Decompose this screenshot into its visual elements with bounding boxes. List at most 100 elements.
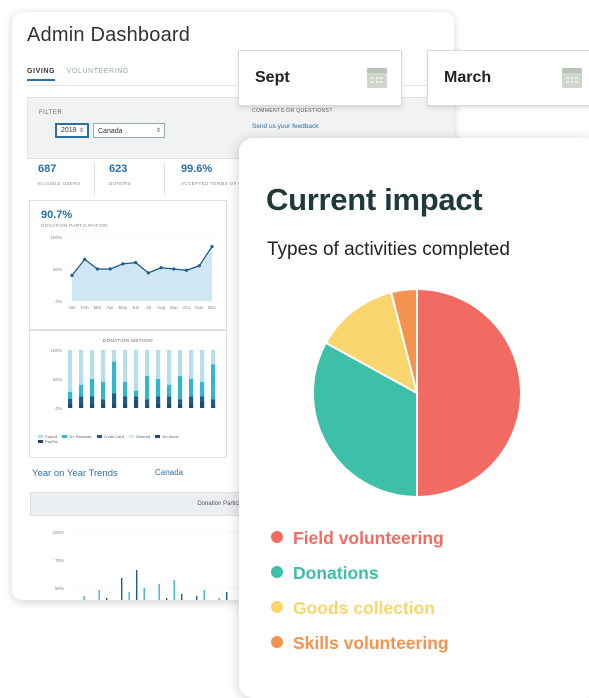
bar-segment	[189, 396, 194, 403]
data-point	[83, 257, 87, 261]
stat-value: 99.6%	[181, 163, 213, 175]
participation-line-chart: 100% 50% 0% Jan Feb Mar Apr May Jun Jul Aug Sep Oct N…	[50, 235, 218, 310]
trend-bar	[106, 598, 108, 600]
country-select[interactable]: Canada ⇕	[93, 123, 165, 138]
stat-eligible-users: 687 ELIGIBLE USERS	[38, 163, 80, 186]
y-tick-label: 50%	[53, 377, 62, 382]
bar-segment	[200, 401, 205, 408]
participation-label: DONATION PARTICIPATION	[41, 223, 108, 228]
bar-segment	[189, 379, 194, 397]
x-tick-label: Feb	[81, 305, 89, 310]
feedback-question: COMMENTS OR QUESTIONS?	[252, 108, 333, 114]
legend-item: Skills volunteering	[271, 633, 449, 668]
x-tick-label: Jun	[132, 305, 140, 310]
y-tick-label: 0%	[55, 299, 62, 304]
stepper-arrows-icon: ⇕	[155, 128, 161, 134]
current-impact-card: Current impact Types of activities compl…	[239, 138, 589, 698]
data-point	[197, 264, 201, 268]
month-label: March	[444, 69, 492, 86]
tab-giving[interactable]: GIVING	[27, 68, 56, 81]
bar-segment	[167, 402, 172, 408]
bar-segment	[178, 376, 183, 400]
data-point	[172, 267, 176, 271]
x-tick-label: Nov	[195, 305, 204, 310]
activities-pie-chart	[312, 287, 522, 499]
bar-segment	[123, 350, 128, 382]
tab-volunteering[interactable]: VOLUNTEERING	[67, 68, 129, 75]
bar-segment	[112, 361, 117, 394]
y-tick-label: 100%	[50, 348, 62, 353]
bar-segment	[156, 350, 161, 379]
country-value: Canada	[98, 128, 123, 135]
x-tick-label: Jul	[145, 305, 151, 310]
pie-legend: Field volunteering Donations Goods collect…	[271, 528, 449, 668]
bar-segment	[200, 350, 205, 382]
participation-area	[72, 246, 212, 301]
legend-label: Field volunteering	[293, 528, 444, 548]
legend-item: PayPal	[38, 439, 58, 444]
feedback-link[interactable]: Send us your feedback	[252, 123, 332, 130]
legend-label: Donations	[293, 563, 379, 583]
trend-bar	[181, 594, 183, 600]
bar-segment	[123, 381, 128, 397]
trend-bar	[196, 596, 198, 600]
bar-segment	[68, 391, 73, 399]
stat-label: ELIGIBLE USERS	[38, 181, 81, 186]
month-card-march[interactable]: March	[427, 50, 589, 106]
stat-divider	[94, 162, 95, 196]
data-point	[146, 271, 150, 275]
legend-dot-icon	[271, 566, 283, 578]
bar-segment	[123, 402, 128, 408]
bar-segment	[112, 393, 117, 403]
x-tick-label: Jan	[68, 305, 76, 310]
impact-title: Current impact	[266, 182, 483, 217]
x-tick-label: May	[119, 305, 128, 310]
stat-label: ACCEPTED TERMS OF C	[181, 181, 243, 186]
bar-segment	[90, 402, 95, 408]
bar-segment	[112, 402, 117, 408]
bar-segment	[90, 396, 95, 403]
bar-segment	[123, 396, 128, 403]
participation-panel: 90.7% DONATION PARTICIPATION 100% 50% 0% Ja…	[29, 200, 227, 330]
bar-segment	[156, 396, 161, 403]
bar-segment	[68, 398, 73, 403]
data-point	[108, 267, 112, 271]
bar-segment	[101, 350, 106, 382]
bar-segment	[101, 402, 106, 408]
bar-segment	[90, 379, 95, 397]
donation-method-chart: 100% 50% 0%	[50, 348, 220, 411]
data-point	[121, 262, 125, 266]
legend-item: No funds	[155, 434, 178, 439]
data-point	[70, 273, 74, 277]
legend-item: Donations	[271, 563, 449, 598]
year-on-year-country-link[interactable]: Canada	[155, 468, 183, 477]
stat-value: 623	[109, 163, 128, 175]
stat-value: 687	[38, 163, 57, 175]
legend-item: Goods collection	[271, 598, 449, 633]
trend-bar	[83, 596, 85, 600]
bar-segment	[178, 399, 183, 404]
data-point	[95, 267, 100, 271]
donation-method-title: DONATION METHOD	[102, 338, 154, 343]
month-card-sept[interactable]: Sept	[238, 50, 402, 106]
bar-segment	[79, 384, 84, 397]
trend-bar	[166, 598, 168, 600]
trend-bar	[158, 584, 160, 600]
bar-segment	[90, 350, 95, 379]
year-select[interactable]: 2019 ⇕	[55, 123, 89, 138]
calendar-icon	[367, 68, 387, 88]
trend-bar	[218, 598, 220, 600]
trend-bar	[121, 578, 123, 600]
legend-item: Credit Card	[96, 434, 124, 439]
x-tick-label: Apr	[107, 305, 115, 310]
filter-label: FILTER	[39, 110, 63, 116]
data-point	[159, 266, 163, 270]
bar-segment	[178, 403, 183, 408]
x-tick-label: Oct	[183, 305, 191, 310]
legend-label: Goods collection	[293, 598, 435, 618]
bar-segment	[156, 402, 161, 408]
bar-segment	[145, 350, 150, 377]
bar-segment	[134, 396, 139, 400]
bar-segment	[101, 381, 106, 400]
donation-method-panel: DONATION METHOD 100% 50% 0% Payroll No Rew…	[29, 330, 227, 458]
